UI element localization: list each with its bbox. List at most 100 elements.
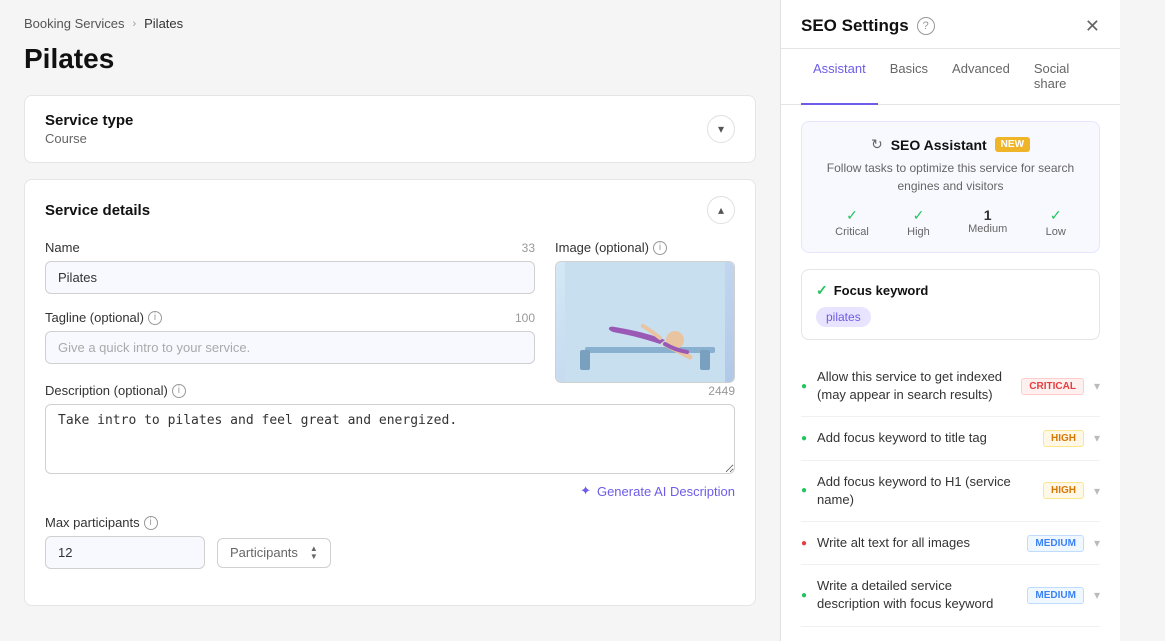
generate-ai-button[interactable]: ✦ Generate AI Description (45, 483, 735, 499)
stat-high: ✓ High (907, 207, 930, 238)
stat-critical: ✓ Critical (835, 207, 869, 238)
service-details-title: Service details (45, 202, 150, 219)
task-item-alt-text: ● Write alt text for all images MEDIUM ▾ (801, 522, 1100, 565)
focus-keyword-check-icon: ✓ (816, 282, 828, 299)
seo-help-icon[interactable]: ? (917, 17, 935, 35)
tagline-char-count: 100 (515, 311, 535, 325)
name-char-count: 33 (522, 241, 535, 255)
task-item-title-tag: ● Add focus keyword to title tag HIGH ▾ (801, 417, 1100, 460)
tagline-label-row: Tagline (optional) i 100 (45, 310, 535, 325)
chevron-up-icon: ▴ (718, 203, 724, 217)
focus-keyword-box: ✓ Focus keyword pilates (801, 269, 1100, 340)
seo-assistant-description: Follow tasks to optimize this service fo… (816, 159, 1085, 195)
task-expand-icon[interactable]: ▾ (1094, 588, 1100, 602)
breadcrumb-booking-services[interactable]: Booking Services (24, 16, 124, 31)
stat-medium-label: Medium (968, 223, 1007, 235)
name-input[interactable] (45, 261, 535, 294)
description-info-icon[interactable]: i (172, 384, 186, 398)
stat-low: ✓ Low (1046, 207, 1066, 238)
tab-advanced[interactable]: Advanced (940, 49, 1022, 105)
participants-info-icon[interactable]: i (144, 516, 158, 530)
seo-assistant-box: ↻ SEO Assistant NEW Follow tasks to opti… (801, 121, 1100, 253)
service-details-toggle-button[interactable]: ▴ (707, 196, 735, 224)
task-text-indexed: Allow this service to get indexed (may a… (817, 368, 1011, 404)
tagline-info-icon[interactable]: i (148, 311, 162, 325)
task-text-description: Write a detailed service description wit… (817, 577, 1017, 613)
participants-input[interactable] (45, 536, 205, 569)
focus-keyword-header: ✓ Focus keyword (816, 282, 1085, 299)
participants-row: Participants ▲ ▼ (45, 536, 735, 569)
seo-header: SEO Settings ? ✕ (781, 0, 1120, 49)
name-label-row: Name 33 (45, 240, 535, 255)
task-expand-icon[interactable]: ▾ (1094, 431, 1100, 445)
task-error-icon: ● (801, 538, 807, 549)
task-expand-icon[interactable]: ▾ (1094, 379, 1100, 393)
task-text-title-tag: Add focus keyword to title tag (817, 429, 1033, 447)
stat-low-label: Low (1046, 226, 1066, 238)
service-type-card: Service type Course ▾ (24, 95, 756, 163)
critical-check-icon: ✓ (835, 207, 869, 224)
name-label: Name (45, 240, 80, 255)
generate-ai-label: Generate AI Description (597, 484, 735, 499)
tagline-input[interactable] (45, 331, 535, 364)
task-badge-critical: CRITICAL (1021, 378, 1084, 395)
participants-stepper[interactable]: ▲ ▼ (310, 545, 318, 561)
image-info-icon[interactable]: i (653, 241, 667, 255)
participants-label-row: Max participants i (45, 515, 735, 530)
seo-panel-title: SEO Settings (801, 16, 909, 36)
task-expand-icon[interactable]: ▾ (1094, 536, 1100, 550)
task-item-indexed: ● Allow this service to get indexed (may… (801, 356, 1100, 417)
tab-social-share[interactable]: Social share (1022, 49, 1100, 105)
description-char-count: 2449 (708, 384, 735, 398)
stepper-down-icon[interactable]: ▼ (310, 553, 318, 561)
sparkle-icon: ✦ (580, 483, 591, 499)
tagline-section: Tagline (optional) i 100 (45, 310, 535, 364)
focus-keyword-tag[interactable]: pilates (816, 307, 871, 327)
image-upload-area[interactable] (555, 261, 735, 383)
task-check-icon: ● (801, 485, 807, 496)
task-badge-medium-2: MEDIUM (1027, 587, 1084, 604)
task-text-h1: Add focus keyword to H1 (service name) (817, 473, 1033, 509)
tab-assistant[interactable]: Assistant (801, 49, 878, 105)
stat-high-label: High (907, 226, 930, 238)
task-text-alt-text: Write alt text for all images (817, 534, 1017, 552)
page-title: Pilates (24, 43, 756, 75)
pilates-image (556, 262, 734, 382)
seo-stats: ✓ Critical ✓ High 1 Medium ✓ Low (816, 207, 1085, 238)
task-check-icon: ● (801, 590, 807, 601)
low-check-icon: ✓ (1046, 207, 1066, 224)
seo-assistant-header: ↻ SEO Assistant NEW (816, 136, 1085, 153)
participants-unit-field[interactable]: Participants ▲ ▼ (217, 538, 331, 568)
task-item-description: ● Write a detailed service description w… (801, 565, 1100, 626)
task-expand-icon[interactable]: ▾ (1094, 484, 1100, 498)
task-list: ● Allow this service to get indexed (may… (801, 356, 1100, 641)
description-label: Description (optional) (45, 383, 168, 398)
stat-critical-label: Critical (835, 226, 869, 238)
refresh-icon[interactable]: ↻ (871, 136, 883, 153)
service-details-header: Service details ▴ (25, 180, 755, 240)
task-badge-high-2: HIGH (1043, 482, 1084, 499)
stat-medium-number: 1 (968, 207, 1007, 223)
description-label-row: Description (optional) i 2449 (45, 383, 735, 398)
service-type-toggle-button[interactable]: ▾ (707, 115, 735, 143)
left-panel: Booking Services › Pilates Pilates Servi… (0, 0, 780, 641)
description-textarea[interactable]: Take intro to pilates and feel great and… (45, 404, 735, 474)
focus-keyword-label: Focus keyword (834, 283, 929, 298)
seo-assistant-title: SEO Assistant (891, 137, 987, 153)
seo-close-button[interactable]: ✕ (1085, 17, 1100, 47)
participants-section: Max participants i Participants ▲ ▼ (45, 515, 735, 569)
task-badge-high: HIGH (1043, 430, 1084, 447)
image-label-row: Image (optional) i (555, 240, 735, 255)
high-check-icon: ✓ (907, 207, 930, 224)
image-label: Image (optional) (555, 240, 649, 255)
seo-tabs: Assistant Basics Advanced Social share (781, 49, 1120, 105)
task-item-meta-description: ● Write meta description with focus keyw… (801, 627, 1100, 641)
service-type-value: Course (45, 131, 133, 146)
service-details-card: Service details ▴ Name 33 Tagline (opt (24, 179, 756, 606)
participants-unit-label: Participants (230, 545, 298, 560)
service-type-header: Service type Course ▾ (25, 96, 755, 162)
task-check-icon: ● (801, 381, 807, 392)
name-section: Name 33 Tagline (optional) i 100 (45, 240, 535, 383)
name-image-row: Name 33 Tagline (optional) i 100 (45, 240, 735, 383)
tab-basics[interactable]: Basics (878, 49, 940, 105)
